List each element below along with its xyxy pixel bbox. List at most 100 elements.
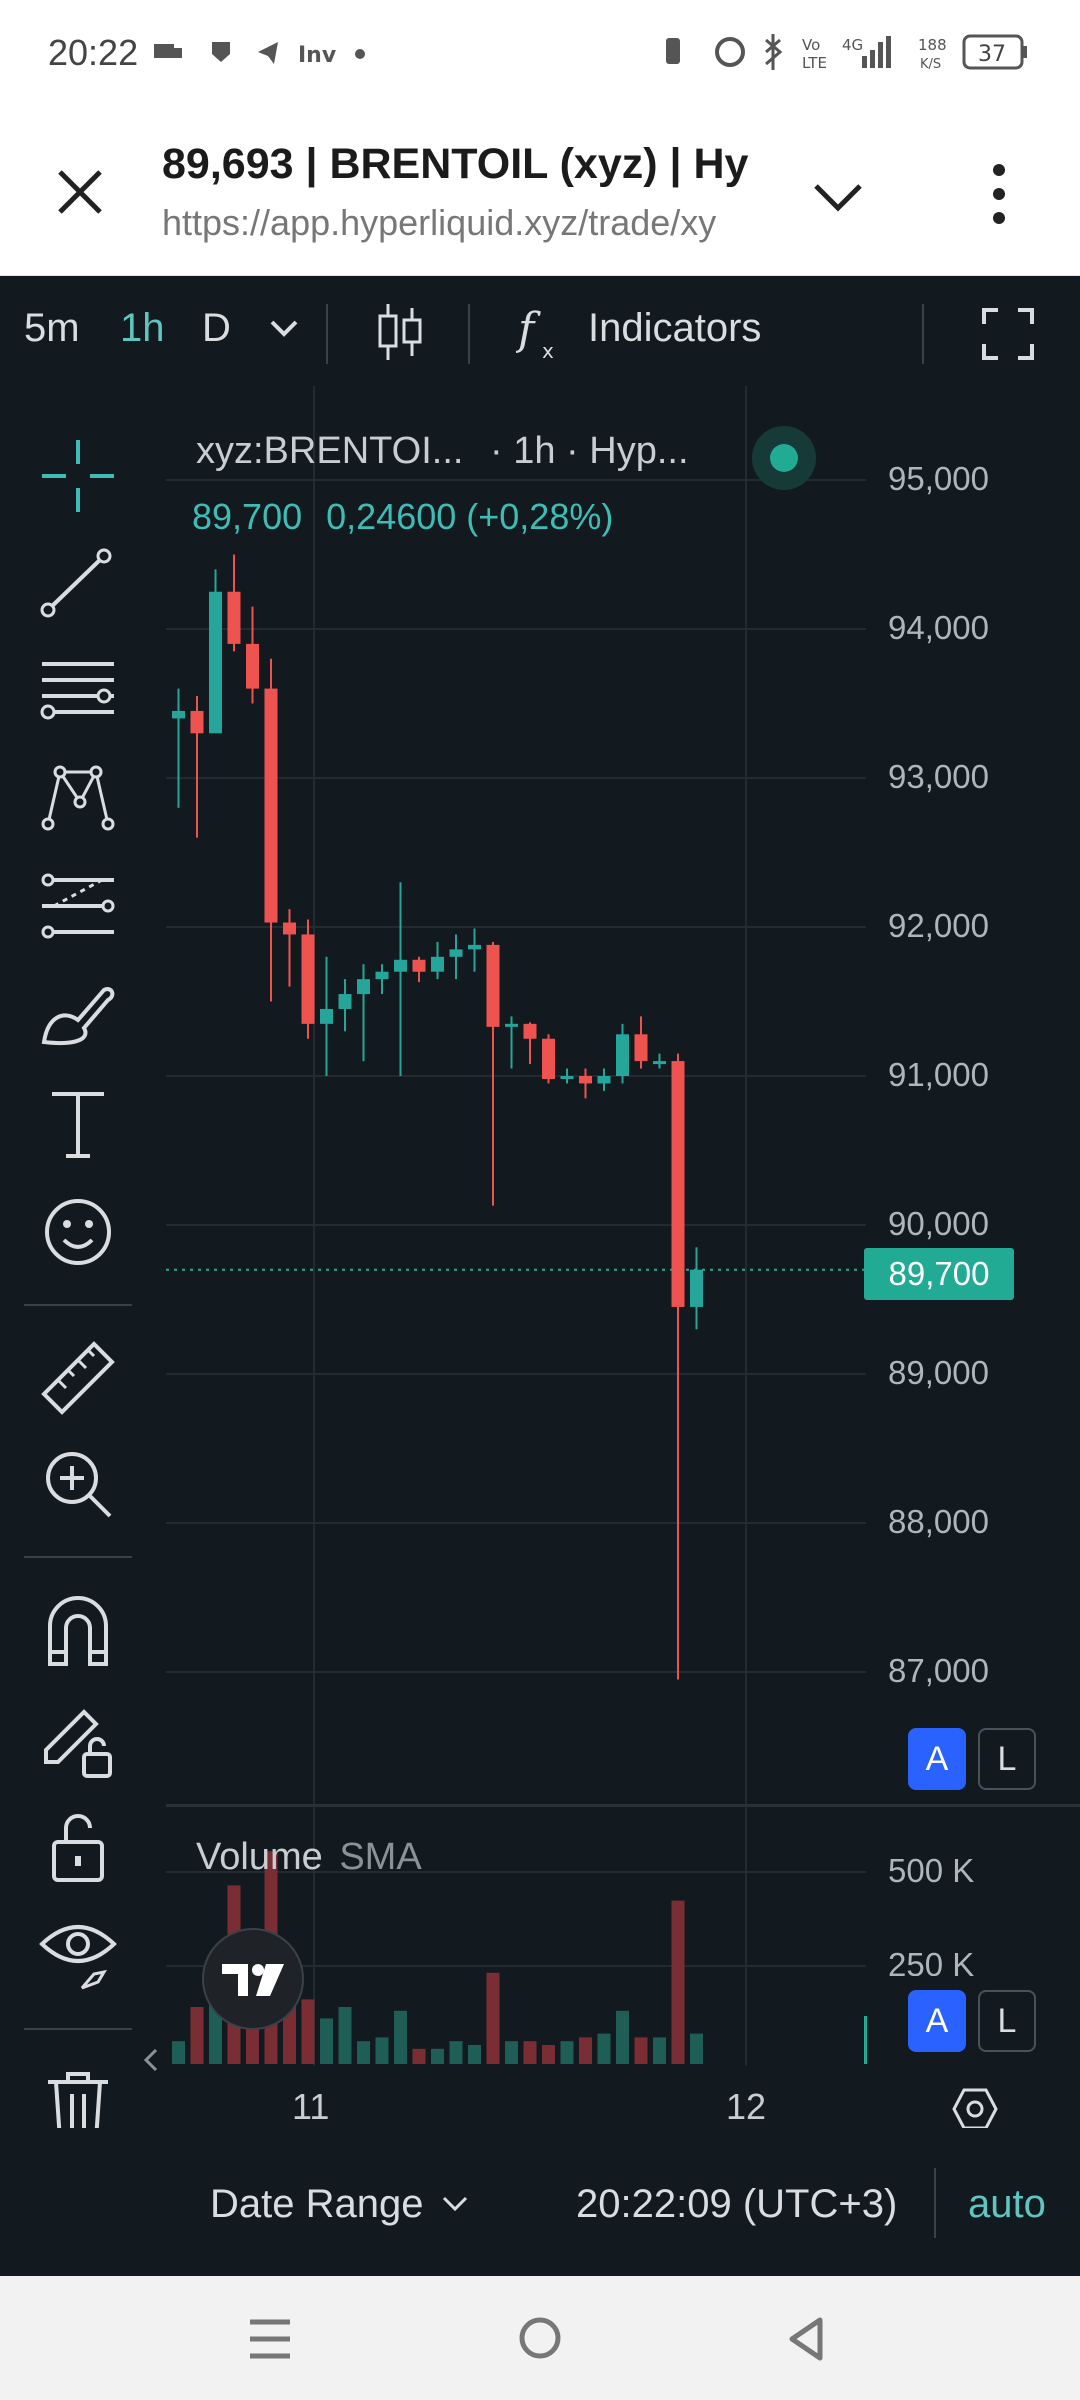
volume-bar [468,2045,481,2064]
tool-divider [24,1556,132,1558]
page-url[interactable]: https://app.hyperliquid.xyz/trade/xy [162,202,762,244]
date-range-button[interactable]: Date Range [210,2182,423,2227]
volume-bar [431,2048,444,2064]
crosshair-icon[interactable] [38,436,118,516]
auto-scale-button[interactable]: A [908,1728,966,1790]
ruler-icon[interactable] [38,1338,118,1418]
candle-body [190,710,204,734]
lock-drawing-icon[interactable] [38,1700,118,1780]
magnet-icon[interactable] [38,1592,118,1672]
market-status-indicator [752,426,816,490]
page-title: 89,693 | BRENTOIL (xyz) | Hy [162,140,749,188]
tradingview-logo-icon [222,1964,284,1996]
candle-body [597,1076,611,1084]
chart-settings-icon[interactable] [950,2086,1000,2132]
symbol-name: xyz:BRENTOI... [196,430,464,472]
last-price: 89,700 [192,496,303,537]
tool-divider [24,1304,132,1306]
price-axis-label: 95,000 [888,460,989,497]
date-range-chevron-icon[interactable] [440,2194,470,2216]
close-icon[interactable] [56,168,104,216]
price-axis-label: 94,000 [888,609,989,646]
chart-toolbar: 5m 1h D f x Indicators [0,276,1080,386]
interval-dropdown-icon[interactable] [268,316,300,340]
volume-bar [172,2041,185,2064]
interval-1h[interactable]: 1h [120,306,165,351]
unlock-icon[interactable] [38,1806,118,1886]
volume-axis-label: 250 K [888,1946,975,1976]
candle-body [246,643,259,689]
candlestick-type-icon[interactable] [376,302,424,362]
emoji-icon[interactable] [38,1192,118,1272]
clock-display[interactable]: 20:22:09 (UTC+3) [576,2182,897,2227]
price-axis-label: 87,000 [888,1652,989,1689]
price-axis-label: 93,000 [888,758,989,795]
system-status-icons: Vo LTE 4G 188 K/S 37 [666,34,1027,72]
symbol-label[interactable]: xyz:BRENTOI... · 1h · Hyp... [196,430,689,473]
interval-5m[interactable]: 5m [24,306,80,351]
fullscreen-icon[interactable] [982,308,1034,360]
back-icon[interactable] [784,2314,828,2364]
toolbar-divider [922,304,924,364]
price-axis-label: 91,000 [888,1056,989,1093]
drawing-toolbar [0,386,160,2246]
volume-bar [671,1900,685,2064]
svg-text:37: 37 [978,42,1006,67]
volume-sma-label: SMA [339,1836,422,1878]
volume-bar [597,2033,611,2064]
chevron-down-icon[interactable] [812,180,864,216]
volume-log-scale-button[interactable]: L [978,1990,1036,2052]
candle-body [523,1023,537,1039]
auto-scale-toggle[interactable]: auto [968,2182,1046,2227]
price-change: 0,24600 (+0,28%) [326,496,614,537]
tradingview-logo[interactable] [202,1928,304,2030]
indicators-button[interactable]: Indicators [588,306,761,351]
toolbar-divider [326,304,328,364]
pane-separator[interactable] [166,1804,1080,1807]
candle-body [468,944,481,950]
candle-body [542,1038,555,1079]
candle-body [412,959,426,972]
fib-retracement-icon[interactable] [38,866,118,946]
price-axis-label: 92,000 [888,907,989,944]
eye-icon[interactable] [38,1914,118,1994]
candle-body [560,1076,574,1079]
trend-line-icon[interactable] [38,544,118,624]
svg-text:188: 188 [918,36,947,54]
volume-auto-scale-button[interactable]: A [908,1990,966,2052]
scroll-left-icon[interactable] [142,2048,162,2072]
zoom-in-icon[interactable] [38,1444,118,1524]
volume-bar [412,2048,426,2064]
candle-body [283,922,296,935]
log-scale-button[interactable]: L [978,1728,1036,1790]
candle-body [449,949,463,957]
volume-bar [634,2037,648,2064]
horizontal-lines-icon[interactable] [38,650,118,730]
svg-text:K/S: K/S [920,57,941,72]
home-icon[interactable] [516,2314,564,2362]
notification-icons: Inv [154,42,365,68]
pattern-icon[interactable] [38,758,118,838]
fx-icon[interactable]: f x [516,304,566,364]
volume-legend[interactable]: Volume SMA [196,1836,422,1879]
price-axis-label: 88,000 [888,1503,989,1540]
candle-body [301,934,315,1024]
volume-bar [320,2018,333,2064]
candle-body [209,591,222,734]
volume-bar [505,2041,518,2064]
candle-body [172,710,185,719]
interval-d[interactable]: D [202,306,231,351]
volume-bar [579,2037,592,2064]
svg-text:LTE: LTE [802,54,827,72]
candle-body [671,1061,685,1307]
price-axis-label: 90,000 [888,1205,989,1242]
brush-icon[interactable] [38,976,118,1056]
text-icon[interactable] [38,1084,118,1164]
candle-body [264,688,278,923]
more-options-icon[interactable] [984,162,1014,226]
volume-bar [653,2037,666,2064]
menu-icon[interactable] [246,2316,294,2362]
volume-bar [301,1999,315,2064]
svg-text:Vo: Vo [802,36,820,54]
symbol-interval: · 1h · Hyp... [490,430,689,472]
